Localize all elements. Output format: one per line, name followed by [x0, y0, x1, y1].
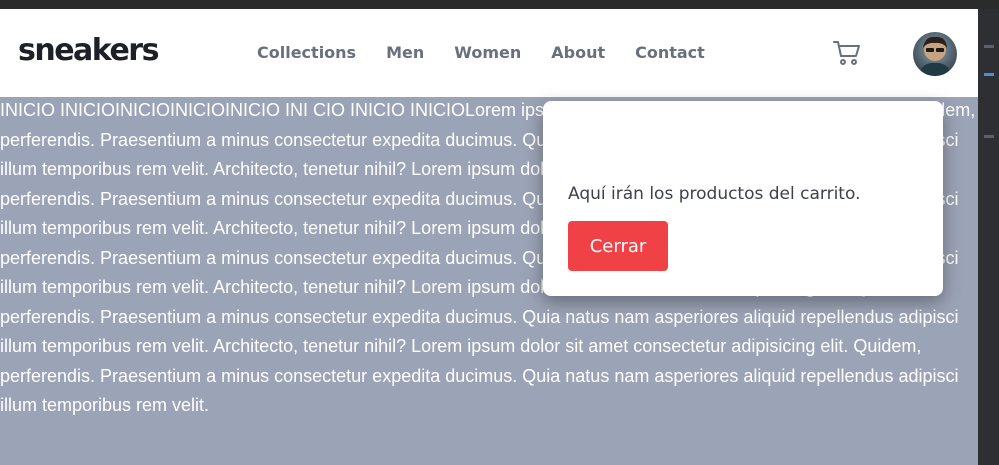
cart-button[interactable] [832, 39, 862, 67]
edge-marker [984, 135, 994, 138]
nav-link-collections[interactable]: Collections [257, 43, 356, 62]
avatar[interactable] [913, 32, 957, 76]
edge-marker [984, 45, 994, 48]
cart-modal: Aquí irán los productos del carrito. Cer… [543, 101, 943, 296]
avatar-image [919, 36, 951, 76]
cart-modal-message: Aquí irán los productos del carrito. [568, 184, 861, 204]
brand-logo[interactable]: sneakers [18, 33, 159, 68]
nav-link-about[interactable]: About [551, 43, 605, 62]
cart-icon [833, 41, 860, 65]
nav-link-contact[interactable]: Contact [635, 43, 705, 62]
close-button[interactable]: Cerrar [568, 221, 668, 271]
edge-marker [984, 73, 994, 76]
main-nav: Collections Men Women About Contact [257, 43, 705, 62]
browser-top-strip [0, 0, 999, 9]
nav-link-men[interactable]: Men [386, 43, 424, 62]
nav-link-women[interactable]: Women [454, 43, 521, 62]
window-right-edge [978, 9, 999, 465]
site-header: sneakers Collections Men Women About Con… [0, 9, 978, 97]
